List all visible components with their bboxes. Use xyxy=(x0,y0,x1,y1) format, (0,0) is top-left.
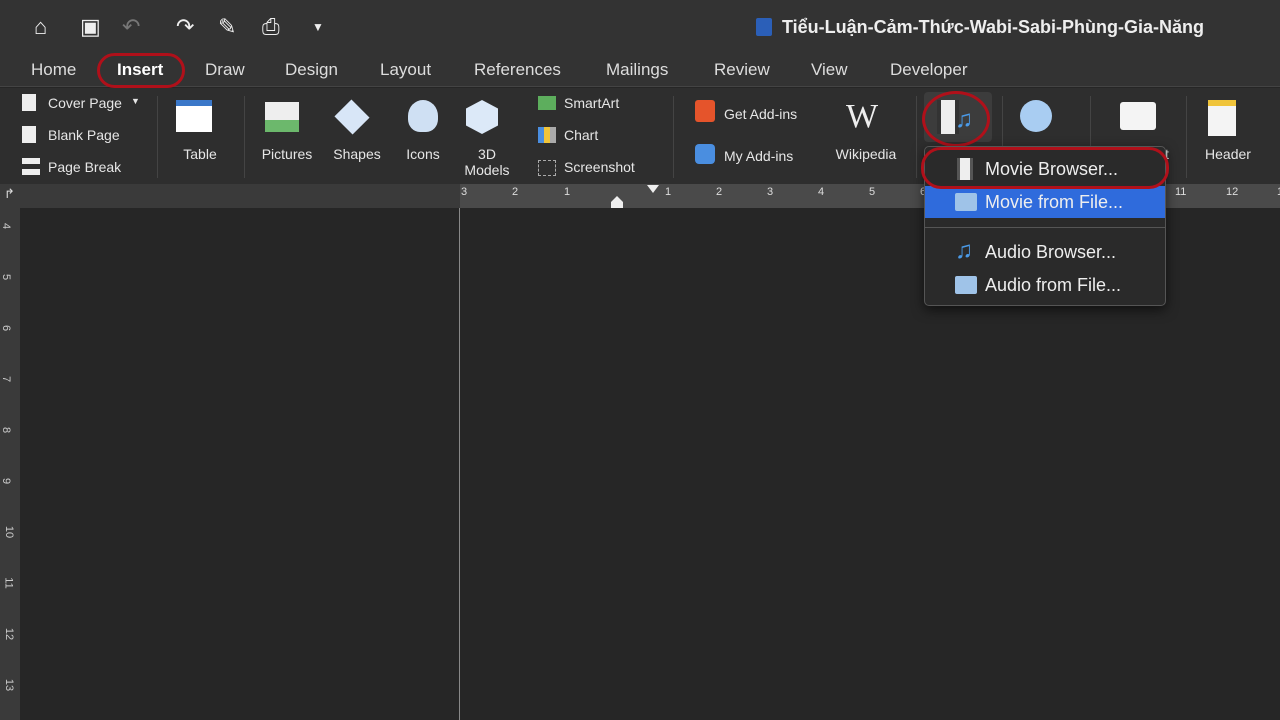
chart-button[interactable]: Chart xyxy=(564,127,598,143)
my-addins-button[interactable]: My Add-ins xyxy=(724,148,793,164)
tab-stop-icon[interactable]: ↱ xyxy=(4,186,15,202)
menu-item-audio-from-file[interactable]: Audio from File... xyxy=(925,269,1165,301)
vertical-ruler-number: 4 xyxy=(0,222,13,230)
screenshot-icon xyxy=(538,160,556,176)
blank-page-button[interactable]: Blank Page xyxy=(48,127,120,143)
shapes-icon xyxy=(334,99,370,135)
movie-browser-highlight-ring xyxy=(921,147,1169,189)
chart-icon xyxy=(538,127,556,143)
tab-draw[interactable]: Draw xyxy=(205,60,245,80)
menu-item-movie-from-file[interactable]: Movie from File... xyxy=(925,186,1165,218)
smartart-icon xyxy=(538,96,556,110)
tab-home[interactable]: Home xyxy=(31,60,76,80)
vertical-ruler-number: 11 xyxy=(2,577,15,589)
undo-icon[interactable]: ↶ xyxy=(122,14,140,40)
icons-icon xyxy=(408,100,438,132)
3d-models-icon xyxy=(466,100,498,134)
tab-view[interactable]: View xyxy=(811,60,848,80)
word-doc-icon xyxy=(756,18,772,36)
comment-icon[interactable] xyxy=(1120,102,1156,130)
ribbon-tabs: Home Insert Draw Design Layout Reference… xyxy=(0,52,1280,88)
tab-developer[interactable]: Developer xyxy=(890,60,968,80)
icons-button[interactable]: Icons xyxy=(398,146,448,162)
ruler-number: 12 xyxy=(1226,186,1239,198)
ruler-number: 5 xyxy=(869,186,876,198)
ruler-number: 3 xyxy=(461,186,468,198)
ruler-number: 3 xyxy=(767,186,774,198)
get-addins-icon xyxy=(695,100,715,122)
blank-page-icon xyxy=(22,126,36,143)
vertical-ruler xyxy=(0,208,20,720)
pictures-button[interactable]: Pictures xyxy=(255,146,319,162)
print-icon[interactable]: ⎙ xyxy=(262,14,280,40)
folder-icon xyxy=(955,193,977,211)
tab-review[interactable]: Review xyxy=(714,60,770,80)
page-break-icon xyxy=(22,158,40,175)
menu-item-label: Audio Browser... xyxy=(985,242,1117,262)
screenshot-button[interactable]: Screenshot xyxy=(564,159,635,175)
ruler-number: 2 xyxy=(512,186,519,198)
page-margin-line xyxy=(459,208,460,720)
my-addins-icon xyxy=(695,144,715,164)
vertical-ruler-number: 13 xyxy=(3,678,16,692)
vertical-ruler-number: 5 xyxy=(0,273,13,281)
3d-models-button[interactable]: 3D Models xyxy=(457,146,517,178)
insert-highlight-ring xyxy=(97,53,185,88)
ruler-number: 11 xyxy=(1175,186,1187,198)
wikipedia-button[interactable]: Wikipedia xyxy=(830,146,902,162)
folder-icon xyxy=(955,276,977,294)
customize-icon[interactable]: ▼ xyxy=(312,20,324,34)
cover-page-icon xyxy=(22,94,36,111)
menu-item-audio-browser[interactable]: ♫ Audio Browser... xyxy=(925,236,1165,268)
vertical-ruler-number: 9 xyxy=(0,477,13,485)
vertical-ruler-number: 10 xyxy=(3,525,16,539)
shapes-button[interactable]: Shapes xyxy=(327,146,387,162)
menu-item-label: Movie from File... xyxy=(985,192,1124,212)
home-icon[interactable]: ⌂ xyxy=(34,14,47,40)
smartart-button[interactable]: SmartArt xyxy=(564,95,619,111)
tab-design[interactable]: Design xyxy=(285,60,338,80)
vertical-ruler-number: 7 xyxy=(0,375,13,383)
vertical-ruler-number: 6 xyxy=(0,324,13,332)
ruler-number: 2 xyxy=(716,186,723,198)
edit-icon[interactable]: ✎ xyxy=(218,14,236,40)
get-addins-button[interactable]: Get Add-ins xyxy=(724,106,797,122)
tab-layout[interactable]: Layout xyxy=(380,60,431,80)
vertical-ruler-number: 12 xyxy=(3,627,16,641)
table-icon xyxy=(176,100,212,132)
tab-references[interactable]: References xyxy=(474,60,561,80)
menu-divider xyxy=(925,227,1165,228)
save-icon[interactable]: ▣ xyxy=(80,14,101,40)
vertical-ruler-number: 8 xyxy=(0,426,13,434)
header-button[interactable]: Header xyxy=(1198,146,1258,162)
ruler-number: 4 xyxy=(818,186,825,198)
ruler-number: 1 xyxy=(564,186,571,198)
pictures-icon xyxy=(265,102,299,132)
window-title: Tiểu-Luận-Cảm-Thức-Wabi-Sabi-Phùng-Gia-N… xyxy=(782,17,1205,37)
redo-icon[interactable]: ↷ xyxy=(176,14,194,40)
music-note-icon: ♫ xyxy=(955,237,973,264)
wikipedia-icon: W xyxy=(846,98,879,135)
tab-mailings[interactable]: Mailings xyxy=(606,60,668,80)
menu-item-label: Audio from File... xyxy=(985,275,1122,295)
page-break-button[interactable]: Page Break xyxy=(48,159,121,175)
title-bar: ⌂ ▣ ↶ ↷ ✎ ⎙ ▼ Tiểu-Luận-Cảm-Thức-Wabi-Sa… xyxy=(0,0,1280,52)
header-icon xyxy=(1208,100,1236,136)
cover-page-button[interactable]: Cover Page xyxy=(48,95,122,111)
link-icon[interactable] xyxy=(1020,100,1052,132)
table-button[interactable]: Table xyxy=(170,146,230,162)
media-highlight-ring xyxy=(922,91,990,147)
ruler-number: 1 xyxy=(665,186,672,198)
